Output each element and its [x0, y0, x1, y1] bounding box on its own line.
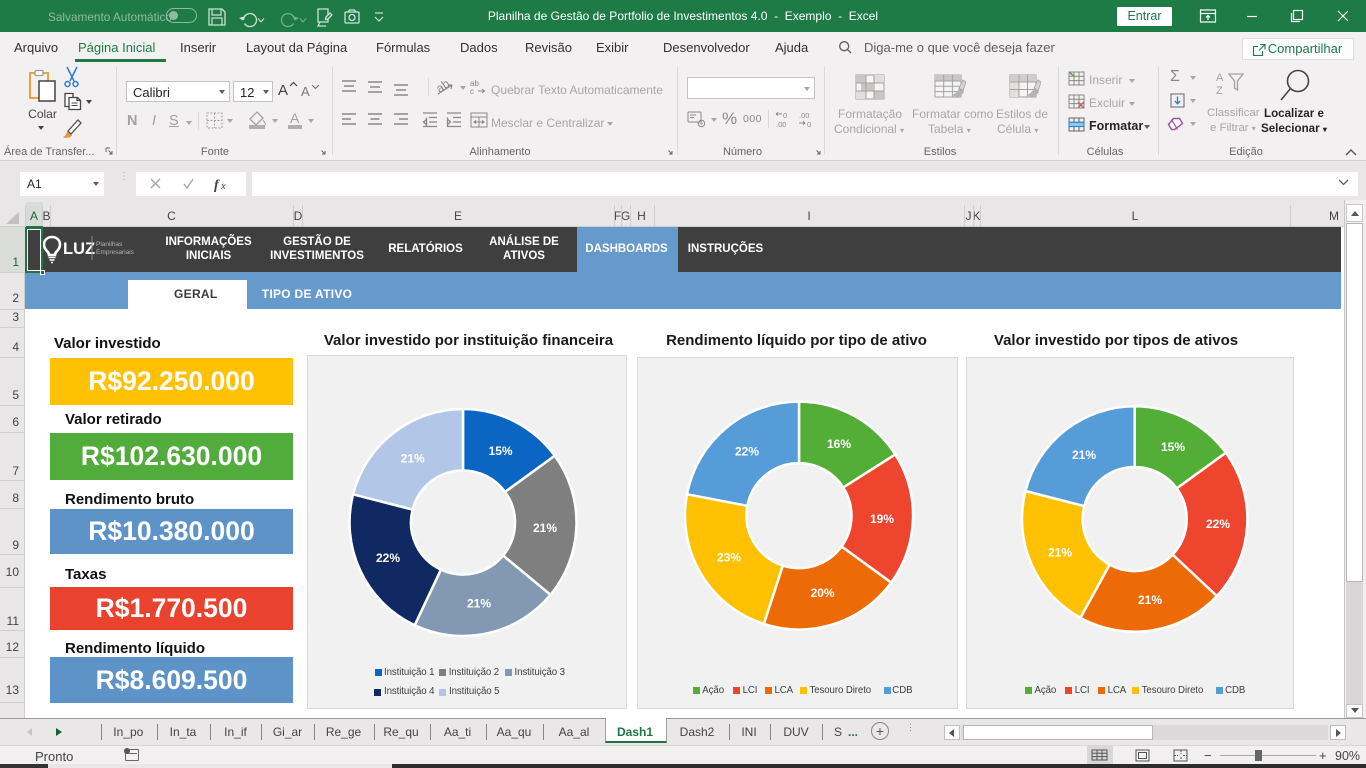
- svg-text:21%: 21%: [467, 597, 491, 611]
- svg-text:21%: 21%: [533, 521, 557, 535]
- svg-text:A: A: [1216, 72, 1224, 84]
- svg-text:x: x: [220, 181, 226, 192]
- svg-text:Z: Z: [1216, 85, 1223, 97]
- svg-text:c: c: [470, 87, 474, 96]
- svg-text:15%: 15%: [1161, 440, 1185, 454]
- svg-text:20%: 20%: [811, 586, 835, 600]
- svg-text:22%: 22%: [376, 551, 400, 565]
- svg-text:22%: 22%: [1206, 517, 1230, 531]
- svg-text:21%: 21%: [1072, 448, 1096, 462]
- svg-text:0: 0: [783, 111, 787, 120]
- svg-text:21%: 21%: [1138, 593, 1162, 607]
- svg-text:15%: 15%: [489, 444, 513, 458]
- svg-text:.00: .00: [776, 120, 786, 129]
- svg-text:0: 0: [807, 120, 811, 129]
- svg-text:19%: 19%: [870, 512, 894, 526]
- svg-text:f: f: [214, 178, 220, 192]
- svg-text:23%: 23%: [717, 551, 741, 565]
- svg-text:22%: 22%: [735, 445, 759, 459]
- svg-text:21%: 21%: [1048, 546, 1072, 560]
- svg-text:16%: 16%: [827, 437, 851, 451]
- svg-text:.00: .00: [799, 111, 809, 120]
- svg-text:21%: 21%: [401, 452, 425, 466]
